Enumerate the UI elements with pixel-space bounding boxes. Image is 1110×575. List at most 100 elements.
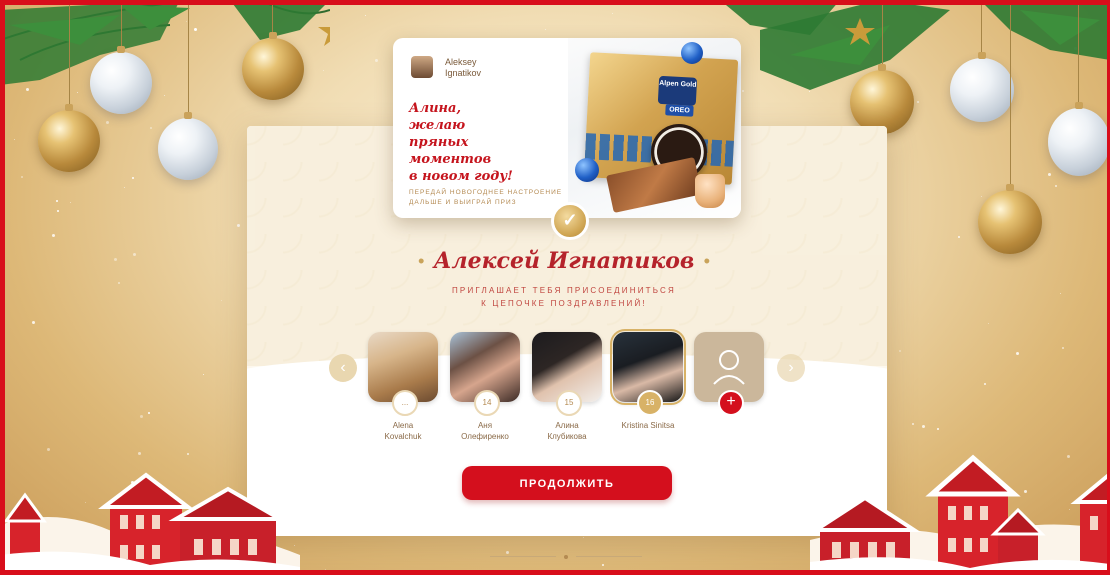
snowflake — [937, 428, 939, 430]
pager-line — [490, 556, 556, 557]
carousel-prev-button[interactable]: ‹ — [329, 354, 357, 382]
dot-icon: • — [416, 254, 426, 270]
snowflake — [1048, 173, 1051, 176]
snowflake — [32, 321, 35, 324]
ornament-string — [69, 0, 70, 110]
greeting-line: желаю пряных — [409, 118, 469, 150]
snowflake — [148, 412, 150, 414]
snowflake — [237, 224, 240, 227]
friend-item[interactable]: 16 Kristina Sinitsa — [610, 329, 686, 431]
snowflake — [958, 236, 960, 238]
snowflake — [57, 210, 59, 212]
gold-ornament-icon — [242, 32, 304, 100]
silver-ornament-icon — [1048, 102, 1110, 176]
snowflake — [133, 253, 136, 256]
cta-line: ДАЛЬШЕ И ВЫИГРАЙ ПРИЗ — [409, 199, 517, 206]
ornament-string — [188, 0, 189, 118]
snowflake — [583, 537, 584, 538]
friend-name-line: Аня — [477, 421, 493, 430]
friend-name: Аня Олефиренко — [449, 420, 521, 442]
greeting-line: моментов — [409, 152, 492, 167]
check-icon: ✓ — [551, 202, 589, 240]
friend-name: Alena Kovalchuk — [367, 420, 439, 442]
snowflake — [602, 564, 604, 566]
ornament-string — [981, 0, 982, 58]
inviter-name: • Алексей Игнатиков • — [390, 248, 738, 274]
snowflake — [221, 300, 222, 301]
card-author: Aleksey Ignatikov — [445, 57, 481, 79]
product-photo — [568, 38, 741, 218]
snowflake — [14, 139, 15, 140]
snowflake — [1016, 352, 1019, 355]
snowflake — [0, 277, 2, 279]
pager-line — [576, 556, 642, 557]
snowflake — [325, 569, 326, 570]
friend-photo[interactable]: 16 — [610, 329, 686, 416]
friend-badge: 16 — [637, 390, 663, 416]
greeting-line: в новом году! — [409, 169, 513, 184]
friend-photo[interactable]: 15 — [532, 332, 602, 416]
add-friend-button[interactable]: + — [718, 390, 744, 416]
card-greeting: Алина, желаю пряных моментов в новом год… — [409, 100, 529, 185]
snowflake — [506, 551, 509, 554]
silver-ornament-icon — [158, 112, 218, 180]
gold-ornament-icon — [38, 104, 100, 172]
houses-right — [810, 454, 1110, 575]
friend-name-line: Клубикова — [547, 432, 587, 441]
ornament-string — [1078, 0, 1079, 108]
snowflake — [612, 13, 613, 14]
snowflake — [118, 282, 120, 284]
friend-badge: ... — [392, 390, 418, 416]
postcard[interactable]: Aleksey Ignatikov Алина, желаю пряных мо… — [393, 38, 741, 218]
dot-icon: • — [702, 254, 712, 270]
ornament-string — [1010, 0, 1011, 190]
snowflake — [21, 176, 23, 178]
snowflake — [988, 323, 989, 324]
snowflake — [114, 258, 117, 261]
houses-left — [0, 472, 300, 575]
silver-ornament-icon — [90, 46, 152, 114]
friend-name: Алина Клубикова — [531, 420, 603, 442]
friend-name: Kristina Sinitsa — [612, 420, 684, 431]
snowflake — [981, 196, 982, 197]
card-cta: ПЕРЕДАЙ НОВОГОДНЕЕ НАСТРОЕНИЕ ДАЛЬШЕ И В… — [409, 188, 579, 208]
inviter-name-text: Алексей Игнатиков — [433, 248, 695, 274]
snowflake — [47, 448, 50, 451]
snowflake — [984, 383, 986, 385]
invite-line: ПРИГЛАШАЕТ ТЕБЯ ПРИСОЕДИНИТЬСЯ — [451, 286, 676, 295]
author-first-name: Aleksey — [445, 57, 477, 67]
snowflake — [1055, 185, 1057, 187]
continue-button[interactable]: ПРОДОЛЖИТЬ — [462, 466, 672, 500]
friend-item[interactable]: 15 Алина Клубикова — [531, 332, 603, 442]
snowflake — [899, 350, 901, 352]
friend-name-line: Олефиренко — [461, 432, 509, 441]
friend-name-line: Алина — [555, 421, 579, 430]
carousel-next-button[interactable]: › — [777, 354, 805, 382]
snowflake — [124, 187, 125, 188]
friend-name-line: Alena — [392, 421, 414, 430]
friend-photo[interactable]: ... — [368, 332, 438, 416]
pager-dot — [564, 555, 568, 559]
friend-item[interactable]: ... Alena Kovalchuk — [367, 332, 439, 442]
add-friend-item[interactable]: + — [693, 332, 765, 416]
gold-ornament-icon — [850, 64, 914, 134]
pager — [490, 555, 644, 559]
silver-ornament-icon — [950, 52, 1014, 122]
snowflake — [912, 423, 914, 425]
snowflake — [1060, 293, 1061, 294]
friend-photo[interactable]: 14 — [450, 332, 520, 416]
author-avatar — [411, 56, 433, 78]
snowflake — [56, 200, 58, 202]
friend-placeholder[interactable]: + — [694, 332, 764, 416]
snowflake — [140, 415, 143, 418]
snowflake — [70, 202, 71, 203]
ornament-string — [121, 0, 122, 52]
snowflake — [922, 425, 925, 428]
gold-ornament-icon — [978, 184, 1042, 254]
snowflake — [545, 29, 546, 30]
snowflake — [365, 15, 366, 16]
author-last-name: Ignatikov — [445, 68, 482, 78]
greeting-line: Алина, — [409, 101, 461, 116]
snowflake — [52, 234, 55, 237]
friend-item[interactable]: 14 Аня Олефиренко — [449, 332, 521, 442]
